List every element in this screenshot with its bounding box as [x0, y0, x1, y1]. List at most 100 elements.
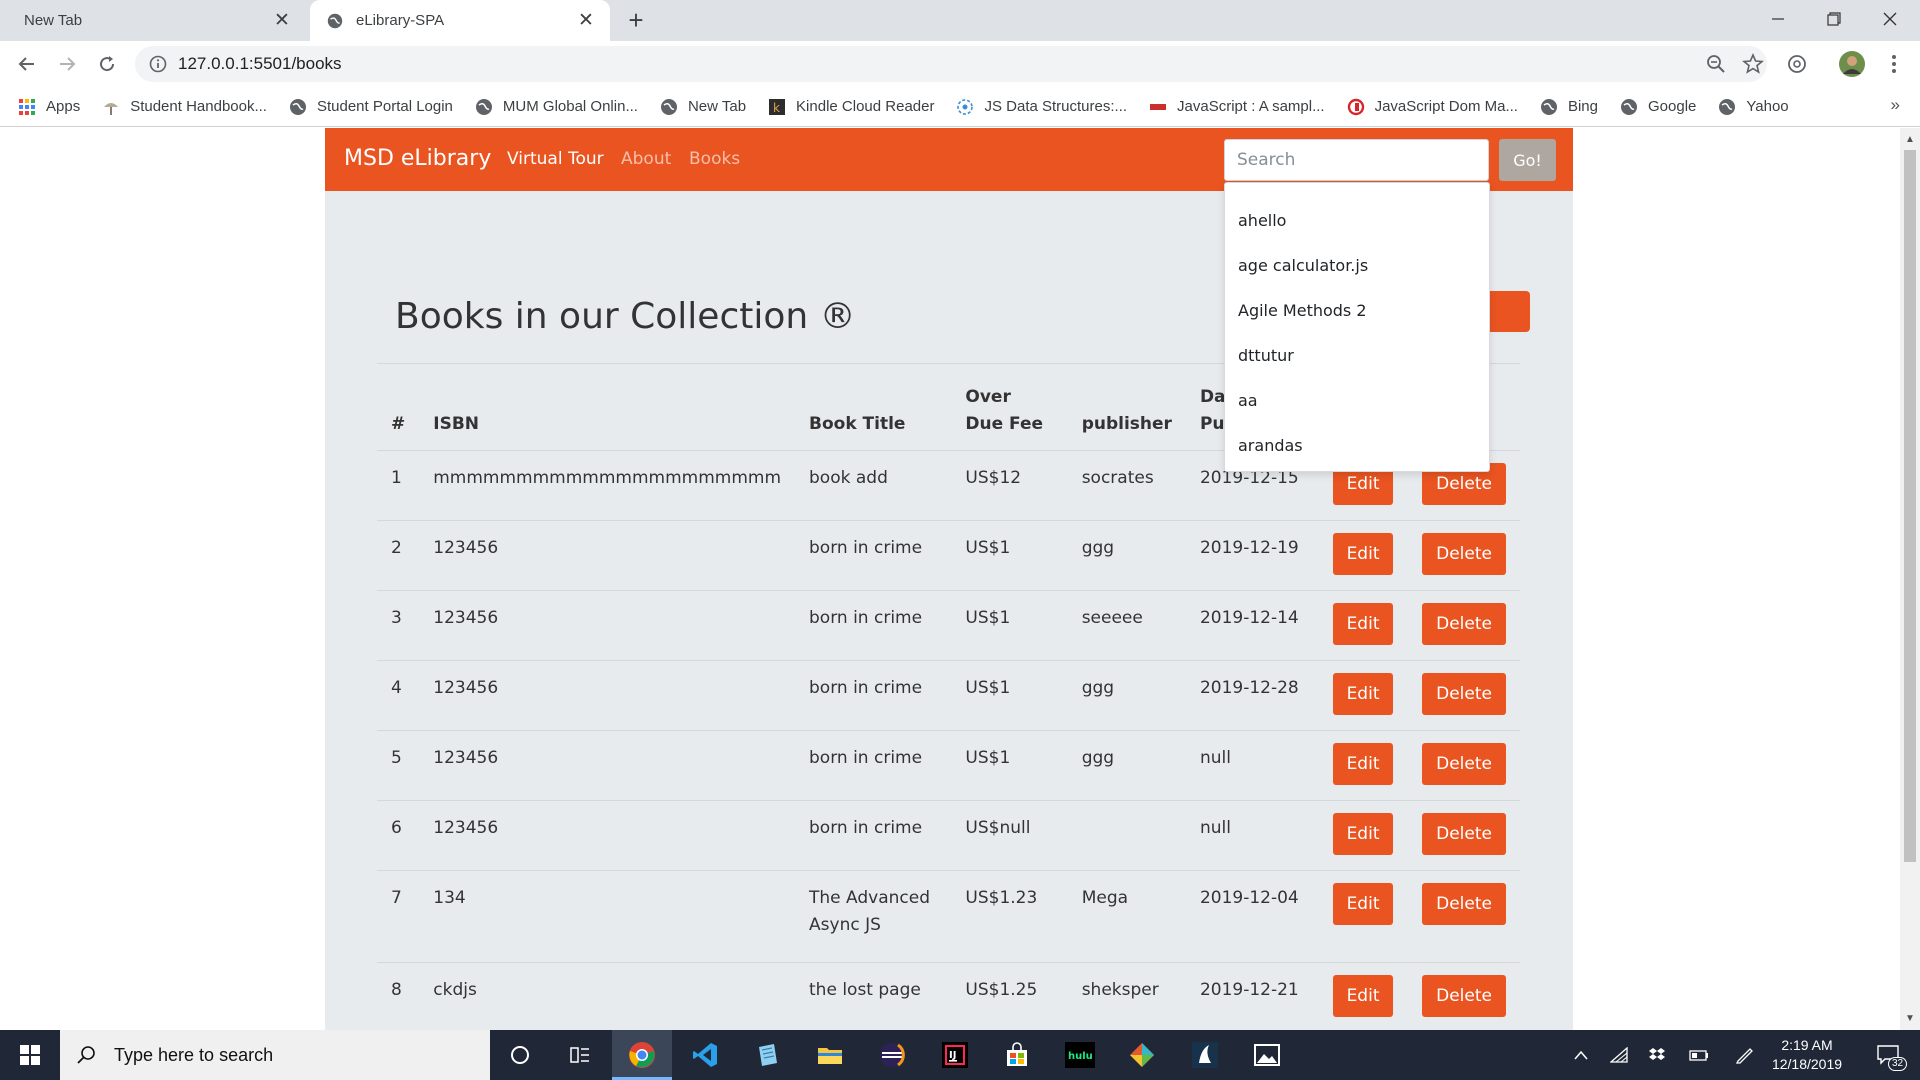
table-row: 2 123456 born in crime US$1 ggg 2019-12-…: [377, 520, 1520, 591]
minimize-icon[interactable]: [1750, 0, 1806, 38]
bookmark-mum-global[interactable]: MUM Global Onlin...: [475, 98, 638, 116]
suggestion-item[interactable]: dttutur: [1225, 346, 1489, 365]
suggestion-item[interactable]: age calculator.js: [1225, 256, 1489, 275]
store-icon[interactable]: [987, 1030, 1047, 1080]
bookmark-js-data-structures[interactable]: JS Data Structures:...: [956, 98, 1127, 116]
forward-arrow-icon[interactable]: [52, 49, 82, 79]
edit-button[interactable]: Edit: [1332, 672, 1394, 715]
intellij-icon[interactable]: IJ: [925, 1030, 985, 1080]
cell-edit: Edit: [1318, 962, 1409, 1030]
page-scrollbar[interactable]: ▲ ▼: [1900, 128, 1920, 1030]
eclipse-icon[interactable]: [862, 1030, 922, 1080]
menu-kebab-icon[interactable]: [1880, 50, 1908, 78]
bookmark-label: Google: [1648, 98, 1697, 115]
scroll-thumb[interactable]: [1904, 150, 1916, 862]
tab-new-tab[interactable]: New Tab ✕: [0, 0, 306, 41]
pen-icon[interactable]: [1730, 1030, 1760, 1080]
cell-delete: Delete: [1408, 962, 1520, 1030]
globe-icon: [475, 98, 493, 116]
edit-button[interactable]: Edit: [1332, 882, 1394, 925]
bookmark-student-handbook[interactable]: Student Handbook...: [102, 98, 267, 116]
edit-button[interactable]: Edit: [1332, 742, 1394, 785]
edit-button[interactable]: Edit: [1332, 532, 1394, 575]
chevron-up-icon[interactable]: [1566, 1030, 1596, 1080]
bookmark-kindle[interactable]: k Kindle Cloud Reader: [768, 98, 934, 116]
cell-date: 2019-12-14: [1185, 590, 1319, 661]
windows-start-icon[interactable]: [0, 1030, 60, 1080]
bookmark-bing[interactable]: Bing: [1540, 98, 1598, 116]
edit-button[interactable]: Edit: [1332, 812, 1394, 855]
wifi-icon[interactable]: [1604, 1030, 1634, 1080]
cell-publisher: ggg: [1067, 730, 1186, 801]
suggestion-item[interactable]: Agile Methods 2: [1225, 301, 1489, 320]
bookmark-javascript-sample[interactable]: JavaScript : A sampl...: [1149, 98, 1325, 116]
delete-button[interactable]: Delete: [1422, 532, 1506, 575]
delete-button[interactable]: Delete: [1422, 812, 1506, 855]
cell-publisher: ggg: [1067, 520, 1186, 591]
delete-button[interactable]: Delete: [1422, 672, 1506, 715]
kindle-app-icon[interactable]: [1175, 1030, 1235, 1080]
window-close-icon[interactable]: [1862, 0, 1918, 38]
hulu-icon[interactable]: hulu: [1050, 1030, 1110, 1080]
cortana-icon[interactable]: [490, 1030, 550, 1080]
bookmark-yahoo[interactable]: Yahoo: [1718, 98, 1789, 116]
notification-center-icon[interactable]: 32: [1866, 1030, 1910, 1080]
suggestion-item[interactable]: ahello: [1225, 211, 1489, 230]
extension-icon[interactable]: [1783, 50, 1811, 78]
cell-fee: US$1: [951, 590, 1068, 661]
chevron-double-right-icon[interactable]: »: [1891, 95, 1900, 115]
add-book-button[interactable]: [1485, 291, 1530, 332]
search-input[interactable]: [1224, 139, 1489, 181]
close-icon[interactable]: ✕: [576, 9, 596, 32]
nav-books[interactable]: Books: [689, 149, 740, 169]
vscode-icon[interactable]: [675, 1030, 735, 1080]
bookmark-apps[interactable]: Apps: [18, 98, 80, 116]
notepad-icon[interactable]: [738, 1030, 798, 1080]
bookmark-google[interactable]: Google: [1620, 98, 1696, 116]
delete-button[interactable]: Delete: [1422, 602, 1506, 645]
file-explorer-icon[interactable]: [800, 1030, 860, 1080]
bookmark-label: Kindle Cloud Reader: [796, 98, 935, 115]
back-arrow-icon[interactable]: [12, 49, 42, 79]
delete-button[interactable]: Delete: [1422, 882, 1506, 925]
info-icon[interactable]: [147, 53, 169, 75]
new-tab-plus-icon[interactable]: +: [622, 6, 650, 34]
suggestion-item[interactable]: aa: [1225, 391, 1489, 410]
nav-about[interactable]: About: [621, 149, 671, 169]
restore-icon[interactable]: [1806, 0, 1862, 38]
delete-button[interactable]: Delete: [1422, 742, 1506, 785]
chrome-icon[interactable]: [612, 1030, 672, 1080]
zoom-icon[interactable]: [1705, 53, 1727, 75]
photos-icon[interactable]: [1237, 1030, 1297, 1080]
git-icon[interactable]: [1112, 1030, 1172, 1080]
brand-link[interactable]: MSD eLibrary: [344, 146, 491, 171]
battery-icon[interactable]: [1684, 1030, 1714, 1080]
scroll-up-icon[interactable]: ▲: [1905, 134, 1915, 145]
suggestion-item[interactable]: arandas: [1225, 436, 1489, 455]
bookmark-javascript-dom[interactable]: JavaScript Dom Ma...: [1347, 98, 1518, 116]
profile-avatar-icon[interactable]: [1838, 50, 1866, 78]
nav-virtual-tour[interactable]: Virtual Tour: [507, 149, 604, 169]
edit-button[interactable]: Edit: [1332, 974, 1394, 1017]
cell-edit: Edit: [1318, 730, 1409, 801]
go-button[interactable]: Go!: [1499, 139, 1556, 181]
taskbar-search-box[interactable]: Type here to search: [60, 1030, 490, 1080]
reload-icon[interactable]: [92, 49, 122, 79]
scroll-down-icon[interactable]: ▼: [1905, 1013, 1915, 1024]
cell-delete: Delete: [1408, 730, 1520, 801]
dropbox-icon[interactable]: [1642, 1030, 1672, 1080]
address-bar[interactable]: 127.0.0.1:5501/books: [135, 46, 1767, 82]
delete-button[interactable]: Delete: [1422, 974, 1506, 1017]
taskbar-clock[interactable]: 2:19 AM 12/18/2019: [1762, 1036, 1852, 1074]
cell-num: 3: [377, 590, 420, 661]
edit-button[interactable]: Edit: [1332, 602, 1394, 645]
tab-elibrary[interactable]: eLibrary-SPA ✕: [310, 0, 610, 41]
bookmark-student-portal[interactable]: Student Portal Login: [289, 98, 453, 116]
bookmark-new-tab[interactable]: New Tab: [660, 98, 746, 116]
close-icon[interactable]: ✕: [272, 9, 292, 32]
cell-num: 4: [377, 660, 420, 731]
task-view-icon[interactable]: [550, 1030, 610, 1080]
globe-icon: [1620, 98, 1638, 116]
bookmark-label: Student Handbook...: [130, 98, 267, 115]
star-icon[interactable]: [1742, 53, 1764, 75]
